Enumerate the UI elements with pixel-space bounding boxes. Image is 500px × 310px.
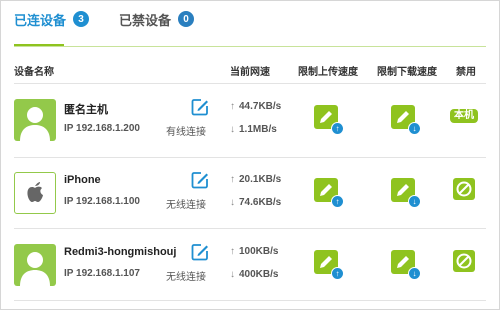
user-icon [14,244,56,286]
arrow-up-icon: ↑ [230,101,235,112]
tab-bar: 已连设备 3 已禁设备 0 [14,6,224,46]
connection-type: 无线连接 [166,200,206,211]
column-header-upload-limit: 限制上传速度 [298,67,358,78]
device-ip: IP 192.168.1.200 [64,123,140,134]
upload-arrow-icon: ↑ [331,195,344,208]
upload-speed: ↑ 44.7KB/s [230,101,281,112]
header-divider [14,83,486,84]
ban-icon [456,181,472,197]
column-header-download-limit: 限制下载速度 [377,67,437,78]
table-row: 匿名主机 IP 192.168.1.200 有线连接 ↑ 44.7KB/s ↓ 1.… [14,90,486,150]
upload-limit-button[interactable]: ↑ [314,250,344,280]
user-icon [14,99,56,141]
edit-icon[interactable] [190,97,210,117]
upload-limit-button[interactable]: ↑ [314,178,344,208]
arrow-up-icon: ↑ [230,174,235,185]
upload-speed-value: 20.1KB/s [239,174,282,185]
download-limit-button[interactable]: ↓ [391,178,421,208]
device-name: iPhone [64,174,101,186]
tab-count-badge: 0 [178,11,195,27]
arrow-down-icon: ↓ [230,124,235,135]
arrow-up-icon: ↑ [230,246,235,257]
device-name: 匿名主机 [64,104,108,116]
table-row: Redmi3-hongmishouj IP 192.168.1.107 无线连接… [14,235,486,295]
upload-limit-button[interactable]: ↑ [314,105,344,135]
tab-blocked-devices[interactable]: 已禁设备 0 [119,6,195,32]
ban-button[interactable] [453,178,475,200]
device-ip: IP 192.168.1.107 [64,268,140,279]
edit-icon[interactable] [190,242,210,262]
upload-speed: ↑ 20.1KB/s [230,174,281,185]
arrow-down-icon: ↓ [230,269,235,280]
upload-speed-value: 44.7KB/s [239,101,282,112]
tab-label: 已禁设备 [119,12,172,28]
row-divider [14,300,486,301]
column-header-ban: 禁用 [456,67,476,78]
tab-count-badge: 3 [73,11,90,27]
table-row: iPhone IP 192.168.1.100 无线连接 ↑ 20.1KB/s ↓… [14,163,486,223]
column-header-speed: 当前网速 [230,67,270,78]
ban-icon [456,253,472,269]
row-divider [14,228,486,229]
upload-speed: ↑ 100KB/s [230,246,278,257]
download-speed-value: 400KB/s [239,269,279,280]
device-name: Redmi3-hongmishouj [64,246,177,258]
download-limit-button[interactable]: ↓ [391,105,421,135]
download-speed-value: 74.6KB/s [239,197,282,208]
tab-label: 已连设备 [14,12,67,28]
device-ip: IP 192.168.1.100 [64,196,140,207]
row-divider [14,157,486,158]
apple-icon [14,172,56,214]
download-arrow-icon: ↓ [408,195,421,208]
download-arrow-icon: ↓ [408,267,421,280]
arrow-down-icon: ↓ [230,197,235,208]
this-device-badge: 本机 [450,109,478,123]
download-speed: ↓ 74.6KB/s [230,197,281,208]
download-limit-button[interactable]: ↓ [391,250,421,280]
column-header-name: 设备名称 [14,67,54,78]
download-speed: ↓ 1.1MB/s [230,124,277,135]
upload-arrow-icon: ↑ [331,267,344,280]
upload-arrow-icon: ↑ [331,122,344,135]
ban-button[interactable] [453,250,475,272]
download-speed: ↓ 400KB/s [230,269,278,280]
connection-type: 无线连接 [166,272,206,283]
connection-type: 有线连接 [166,127,206,138]
tab-connected-devices[interactable]: 已连设备 3 [14,6,90,32]
upload-speed-value: 100KB/s [239,246,279,257]
table-header: 设备名称 当前网速 限制上传速度 限制下载速度 禁用 [14,60,486,80]
edit-icon[interactable] [190,170,210,190]
download-speed-value: 1.1MB/s [239,124,277,135]
download-arrow-icon: ↓ [408,122,421,135]
tab-divider [14,46,486,47]
